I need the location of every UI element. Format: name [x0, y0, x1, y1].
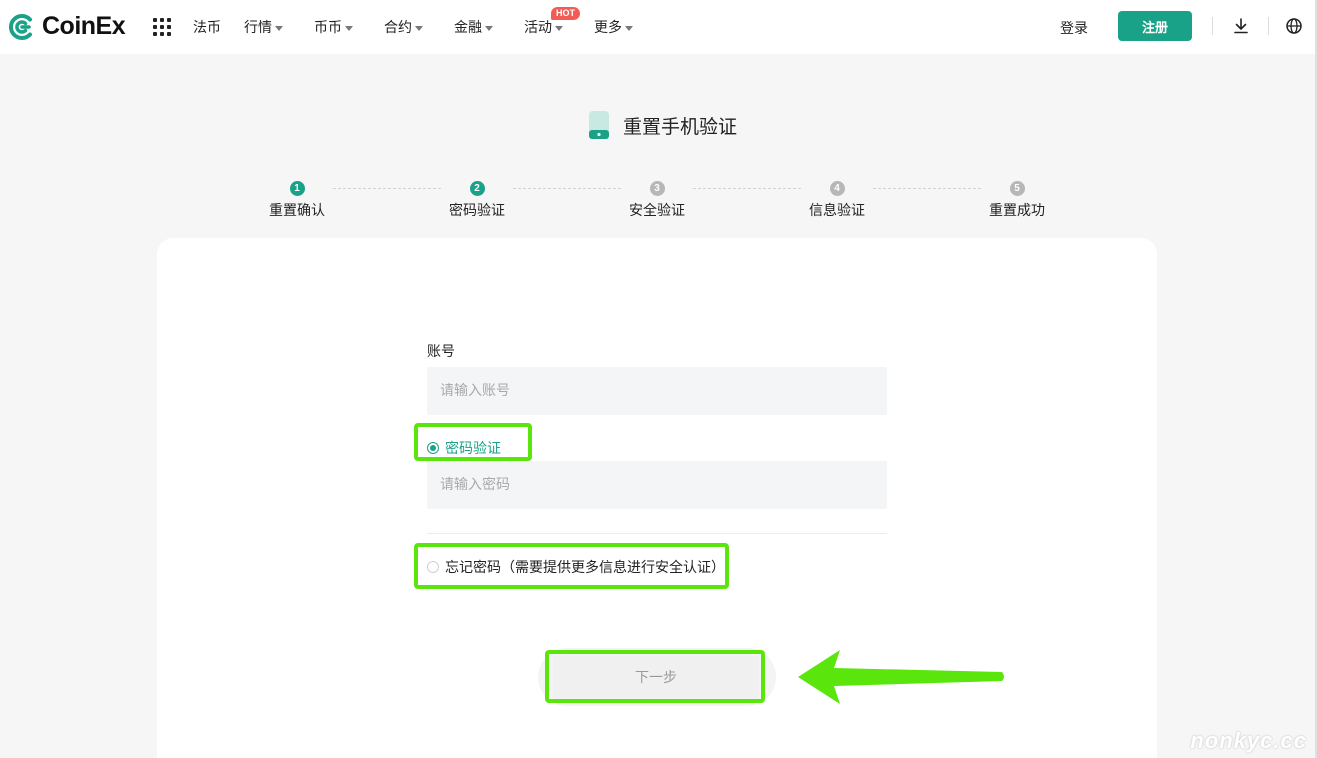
password-input[interactable] — [427, 461, 887, 509]
step-label: 重置成功 — [989, 203, 1045, 219]
radio-selected-icon — [427, 442, 439, 454]
password-verification-label: 密码验证 — [445, 441, 501, 457]
nav-item-more[interactable]: 更多 — [594, 17, 633, 37]
toolbar-divider — [1212, 17, 1213, 35]
step-3: 3 安全验证 — [612, 181, 702, 220]
caret-down-icon — [555, 25, 563, 31]
step-number: 5 — [1009, 181, 1025, 196]
step-label: 信息验证 — [809, 203, 865, 219]
caret-down-icon — [415, 25, 423, 31]
login-link[interactable]: 登录 — [1060, 18, 1088, 38]
nav-item-fiat[interactable]: 法币 — [193, 17, 221, 37]
phone-icon — [588, 110, 610, 140]
step-number: 3 — [649, 181, 665, 196]
caret-down-icon — [275, 25, 283, 31]
caret-down-icon — [345, 25, 353, 31]
nav-item-activities[interactable]: 活动 — [524, 17, 563, 37]
page-title: 重置手机验证 — [623, 115, 738, 138]
coinex-logo[interactable]: CoinEx — [8, 12, 126, 41]
nav-item-markets[interactable]: 行情 — [244, 17, 283, 37]
next-step-button[interactable]: 下一步 — [553, 656, 759, 698]
caret-down-icon — [625, 25, 633, 31]
nav-item-finance[interactable]: 金融 — [454, 17, 493, 37]
register-button[interactable]: 注册 — [1118, 11, 1192, 41]
toolbar-divider — [1268, 17, 1269, 35]
step-connector — [873, 188, 981, 189]
brand-name: CoinEx — [42, 12, 126, 40]
step-connector — [693, 188, 801, 189]
step-number: 1 — [289, 181, 305, 196]
apps-grid-icon[interactable] — [153, 18, 171, 36]
forgot-password-label: 忘记密码（需要提供更多信息进行安全认证） — [445, 560, 725, 576]
step-5: 5 重置成功 — [972, 181, 1062, 220]
account-label: 账号 — [427, 344, 455, 360]
password-verification-radio[interactable]: 密码验证 — [427, 438, 501, 458]
step-4: 4 信息验证 — [792, 181, 882, 220]
globe-language-icon[interactable] — [1285, 17, 1303, 35]
green-arrow-annotation — [794, 648, 1008, 710]
step-label: 重置确认 — [269, 203, 325, 219]
form-divider — [427, 533, 887, 534]
step-number: 2 — [469, 181, 485, 196]
step-connector — [513, 188, 621, 189]
coinex-logo-icon — [8, 13, 36, 41]
step-number: 4 — [829, 181, 845, 196]
step-connector — [333, 188, 441, 189]
forgot-password-radio[interactable]: 忘记密码（需要提供更多信息进行安全认证） — [427, 557, 725, 577]
radio-unselected-icon — [427, 561, 439, 573]
caret-down-icon — [485, 25, 493, 31]
nav-item-futures[interactable]: 合约 — [384, 17, 423, 37]
download-icon[interactable] — [1232, 17, 1250, 35]
step-label: 安全验证 — [629, 203, 685, 219]
page-heading: 重置手机验证 — [588, 110, 737, 140]
account-input[interactable] — [427, 367, 887, 415]
hot-badge: HOT — [551, 7, 580, 20]
step-1: 1 重置确认 — [252, 181, 342, 220]
nav-item-spot[interactable]: 币币 — [314, 17, 353, 37]
watermark: nonkyc.cc — [1190, 728, 1307, 753]
step-2: 2 密码验证 — [432, 181, 522, 220]
top-navigation-bar: CoinEx 法币 行情 币币 合约 金融 活动 HOT 更多 登录 注册 — [0, 0, 1317, 54]
step-label: 密码验证 — [449, 203, 505, 219]
